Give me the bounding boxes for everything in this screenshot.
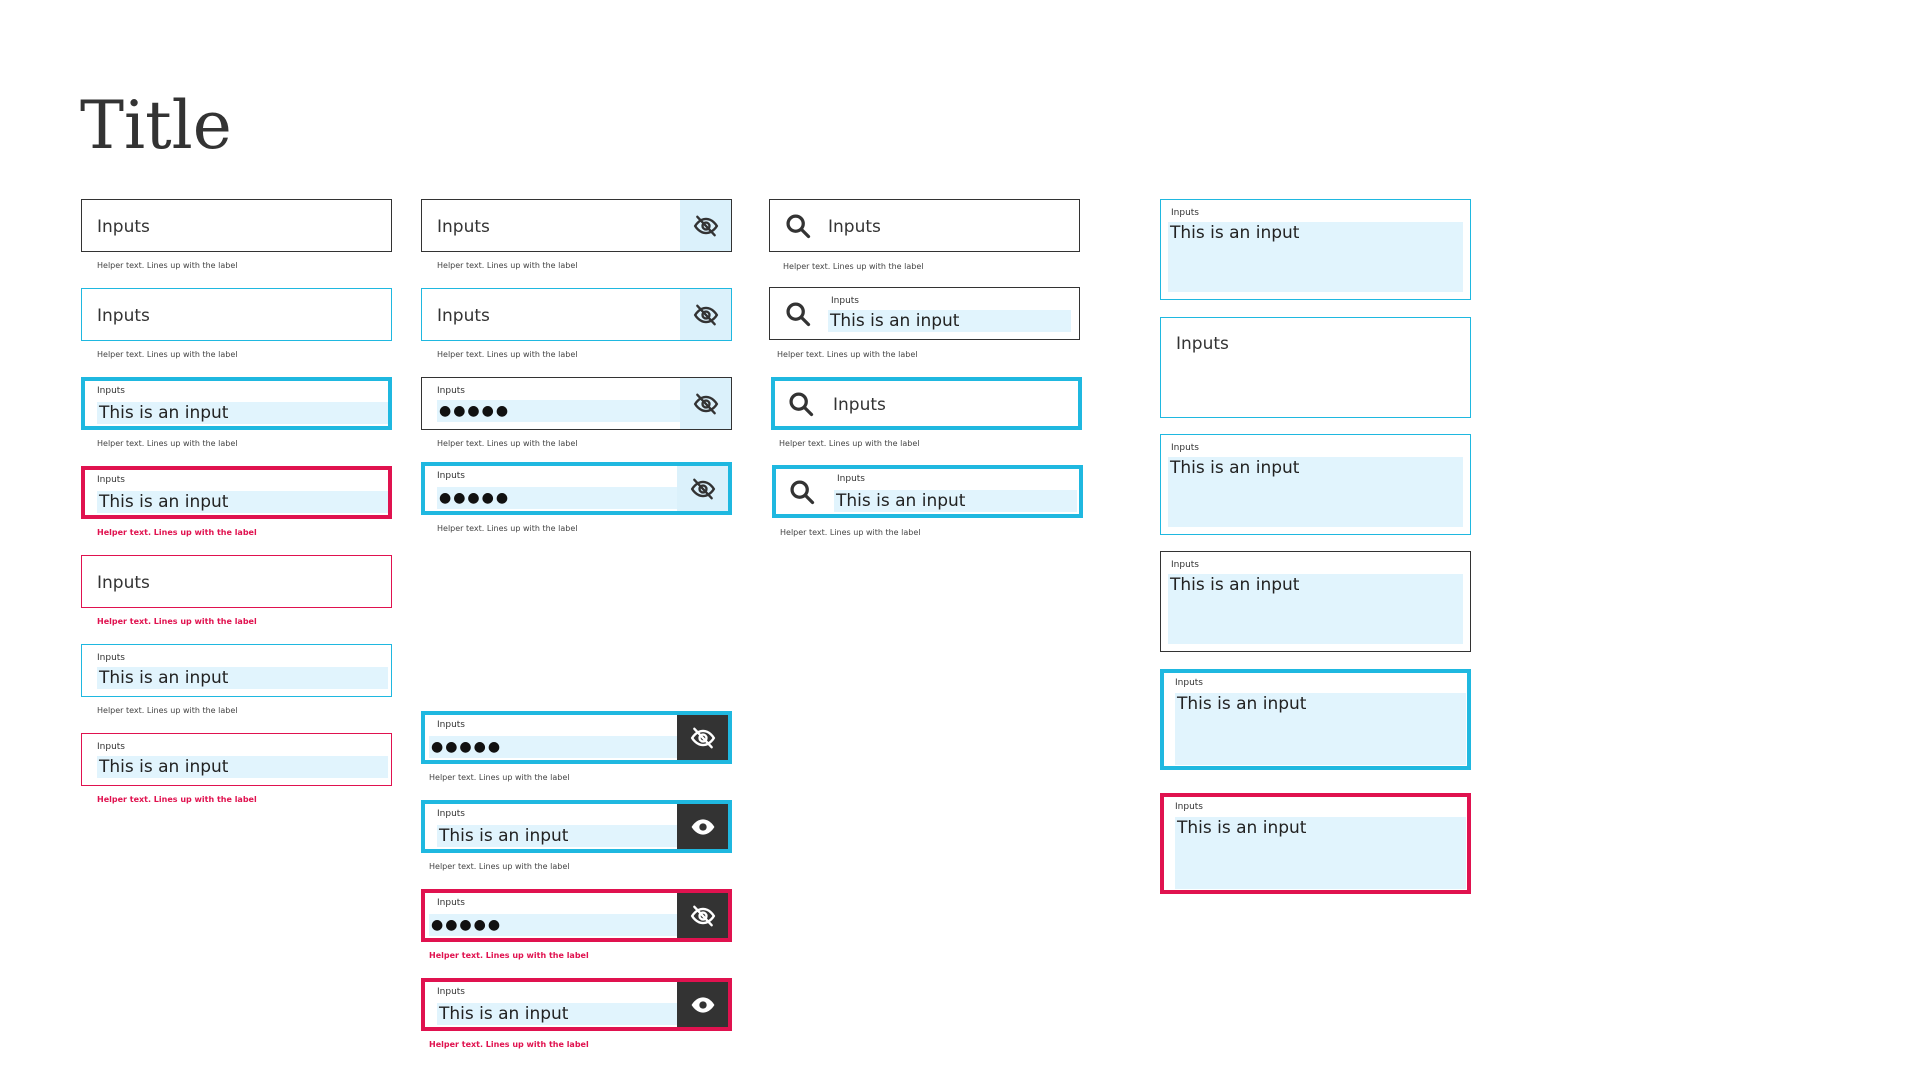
input-label: Inputs: [1171, 208, 1199, 218]
input-placeholder: Inputs: [97, 217, 150, 237]
eye-icon[interactable]: [677, 982, 728, 1027]
input-value: This is an input: [97, 756, 388, 778]
password-input-default[interactable]: Inputs: [421, 199, 732, 252]
text-input-focused-filled[interactable]: Inputs This is an input: [81, 377, 392, 430]
helper-text: Helper text. Lines up with the label: [437, 439, 578, 448]
text-input-filled[interactable]: Inputs This is an input: [81, 644, 392, 697]
input-value: This is an input: [97, 402, 388, 424]
input-label: Inputs: [831, 296, 859, 306]
helper-text: Helper text. Lines up with the label: [429, 862, 570, 871]
input-label: Inputs: [437, 809, 465, 819]
eye-slash-icon[interactable]: [677, 715, 728, 760]
helper-text: Helper text. Lines up with the label: [97, 261, 238, 270]
input-placeholder: Inputs: [828, 217, 881, 237]
input-value: This is an input: [828, 310, 1071, 332]
eye-slash-icon[interactable]: [680, 289, 731, 340]
textarea-value: This is an input: [1168, 457, 1463, 527]
helper-text: Helper text. Lines up with the label: [780, 528, 921, 537]
input-label: Inputs: [1175, 802, 1203, 812]
error-helper-text: Helper text. Lines up with the label: [429, 951, 589, 960]
error-helper-text: Helper text. Lines up with the label: [97, 617, 257, 626]
input-label: Inputs: [1171, 560, 1199, 570]
password-value: ●●●●●: [429, 914, 677, 936]
textarea-hover-filled[interactable]: Inputs This is an input: [1160, 199, 1471, 300]
input-placeholder: Inputs: [437, 217, 490, 237]
helper-text: Helper text. Lines up with the label: [97, 706, 238, 715]
input-placeholder: Inputs: [97, 306, 150, 326]
helper-text: Helper text. Lines up with the label: [783, 262, 924, 271]
textarea-filled[interactable]: Inputs This is an input: [1160, 434, 1471, 535]
text-input-hover[interactable]: Inputs: [81, 288, 392, 341]
text-input-error-empty[interactable]: Inputs: [81, 555, 392, 608]
error-helper-text: Helper text. Lines up with the label: [97, 795, 257, 804]
input-placeholder: Inputs: [833, 395, 886, 415]
input-label: Inputs: [97, 653, 125, 663]
search-input-focused[interactable]: Inputs: [771, 377, 1082, 430]
search-input-filled[interactable]: Inputs This is an input: [769, 287, 1080, 340]
eye-slash-icon[interactable]: [677, 466, 728, 511]
eye-icon[interactable]: [677, 804, 728, 849]
password-value: ●●●●●: [437, 487, 685, 509]
input-label: Inputs: [97, 742, 125, 752]
password-input-filled[interactable]: Inputs ●●●●●: [421, 377, 732, 430]
input-label: Inputs: [1171, 443, 1199, 453]
password-input-error-hidden[interactable]: Inputs ●●●●●: [421, 889, 732, 942]
password-input-hover[interactable]: Inputs: [421, 288, 732, 341]
input-placeholder: Inputs: [1176, 334, 1229, 354]
input-label: Inputs: [837, 474, 865, 484]
password-input-focused-hidden[interactable]: Inputs ●●●●●: [421, 711, 732, 764]
textarea-value: This is an input: [1175, 693, 1466, 765]
textarea-value: This is an input: [1168, 574, 1463, 644]
error-helper-text: Helper text. Lines up with the label: [429, 1040, 589, 1049]
error-helper-text: Helper text. Lines up with the label: [97, 528, 257, 537]
search-input-focused-filled[interactable]: Inputs This is an input: [772, 465, 1083, 518]
helper-text: Helper text. Lines up with the label: [437, 524, 578, 533]
helper-text: Helper text. Lines up with the label: [779, 439, 920, 448]
password-input-focused[interactable]: Inputs ●●●●●: [421, 462, 732, 515]
helper-text: Helper text. Lines up with the label: [437, 261, 578, 270]
eye-slash-icon[interactable]: [680, 200, 731, 251]
input-label: Inputs: [437, 471, 465, 481]
text-input-error-filled[interactable]: Inputs This is an input: [81, 733, 392, 786]
textarea-value: This is an input: [1168, 222, 1463, 292]
input-value: This is an input: [437, 1003, 685, 1025]
textarea-value: This is an input: [1175, 817, 1466, 889]
search-input-default[interactable]: Inputs: [769, 199, 1080, 252]
textarea-error[interactable]: Inputs This is an input: [1160, 793, 1471, 894]
search-icon: [788, 478, 816, 506]
helper-text: Helper text. Lines up with the label: [97, 350, 238, 359]
password-value: ●●●●●: [437, 400, 685, 422]
input-label: Inputs: [97, 475, 125, 485]
search-icon: [784, 300, 812, 328]
input-label: Inputs: [437, 898, 465, 908]
helper-text: Helper text. Lines up with the label: [97, 439, 238, 448]
helper-text: Helper text. Lines up with the label: [429, 773, 570, 782]
input-placeholder: Inputs: [437, 306, 490, 326]
input-placeholder: Inputs: [97, 573, 150, 593]
input-label: Inputs: [97, 386, 125, 396]
search-icon: [784, 212, 812, 240]
password-value: ●●●●●: [429, 736, 677, 758]
search-icon: [787, 390, 815, 418]
helper-text: Helper text. Lines up with the label: [777, 350, 918, 359]
password-input-error-visible[interactable]: Inputs This is an input: [421, 978, 732, 1031]
eye-slash-icon[interactable]: [680, 378, 731, 429]
input-value: This is an input: [97, 491, 388, 513]
textarea-hover[interactable]: Inputs: [1160, 317, 1471, 418]
password-input-focused-visible[interactable]: Inputs This is an input: [421, 800, 732, 853]
input-value: This is an input: [97, 667, 388, 689]
input-label: Inputs: [437, 720, 465, 730]
text-input-default[interactable]: Inputs: [81, 199, 392, 252]
textarea-default-filled[interactable]: Inputs This is an input: [1160, 551, 1471, 652]
eye-slash-icon[interactable]: [677, 893, 728, 938]
input-label: Inputs: [437, 987, 465, 997]
page-title: Title: [80, 87, 232, 164]
input-value: This is an input: [437, 825, 685, 847]
input-label: Inputs: [1175, 678, 1203, 688]
text-input-error-focused[interactable]: Inputs This is an input: [81, 466, 392, 519]
textarea-focused[interactable]: Inputs This is an input: [1160, 669, 1471, 770]
helper-text: Helper text. Lines up with the label: [437, 350, 578, 359]
input-label: Inputs: [437, 386, 465, 396]
input-value: This is an input: [834, 490, 1077, 512]
